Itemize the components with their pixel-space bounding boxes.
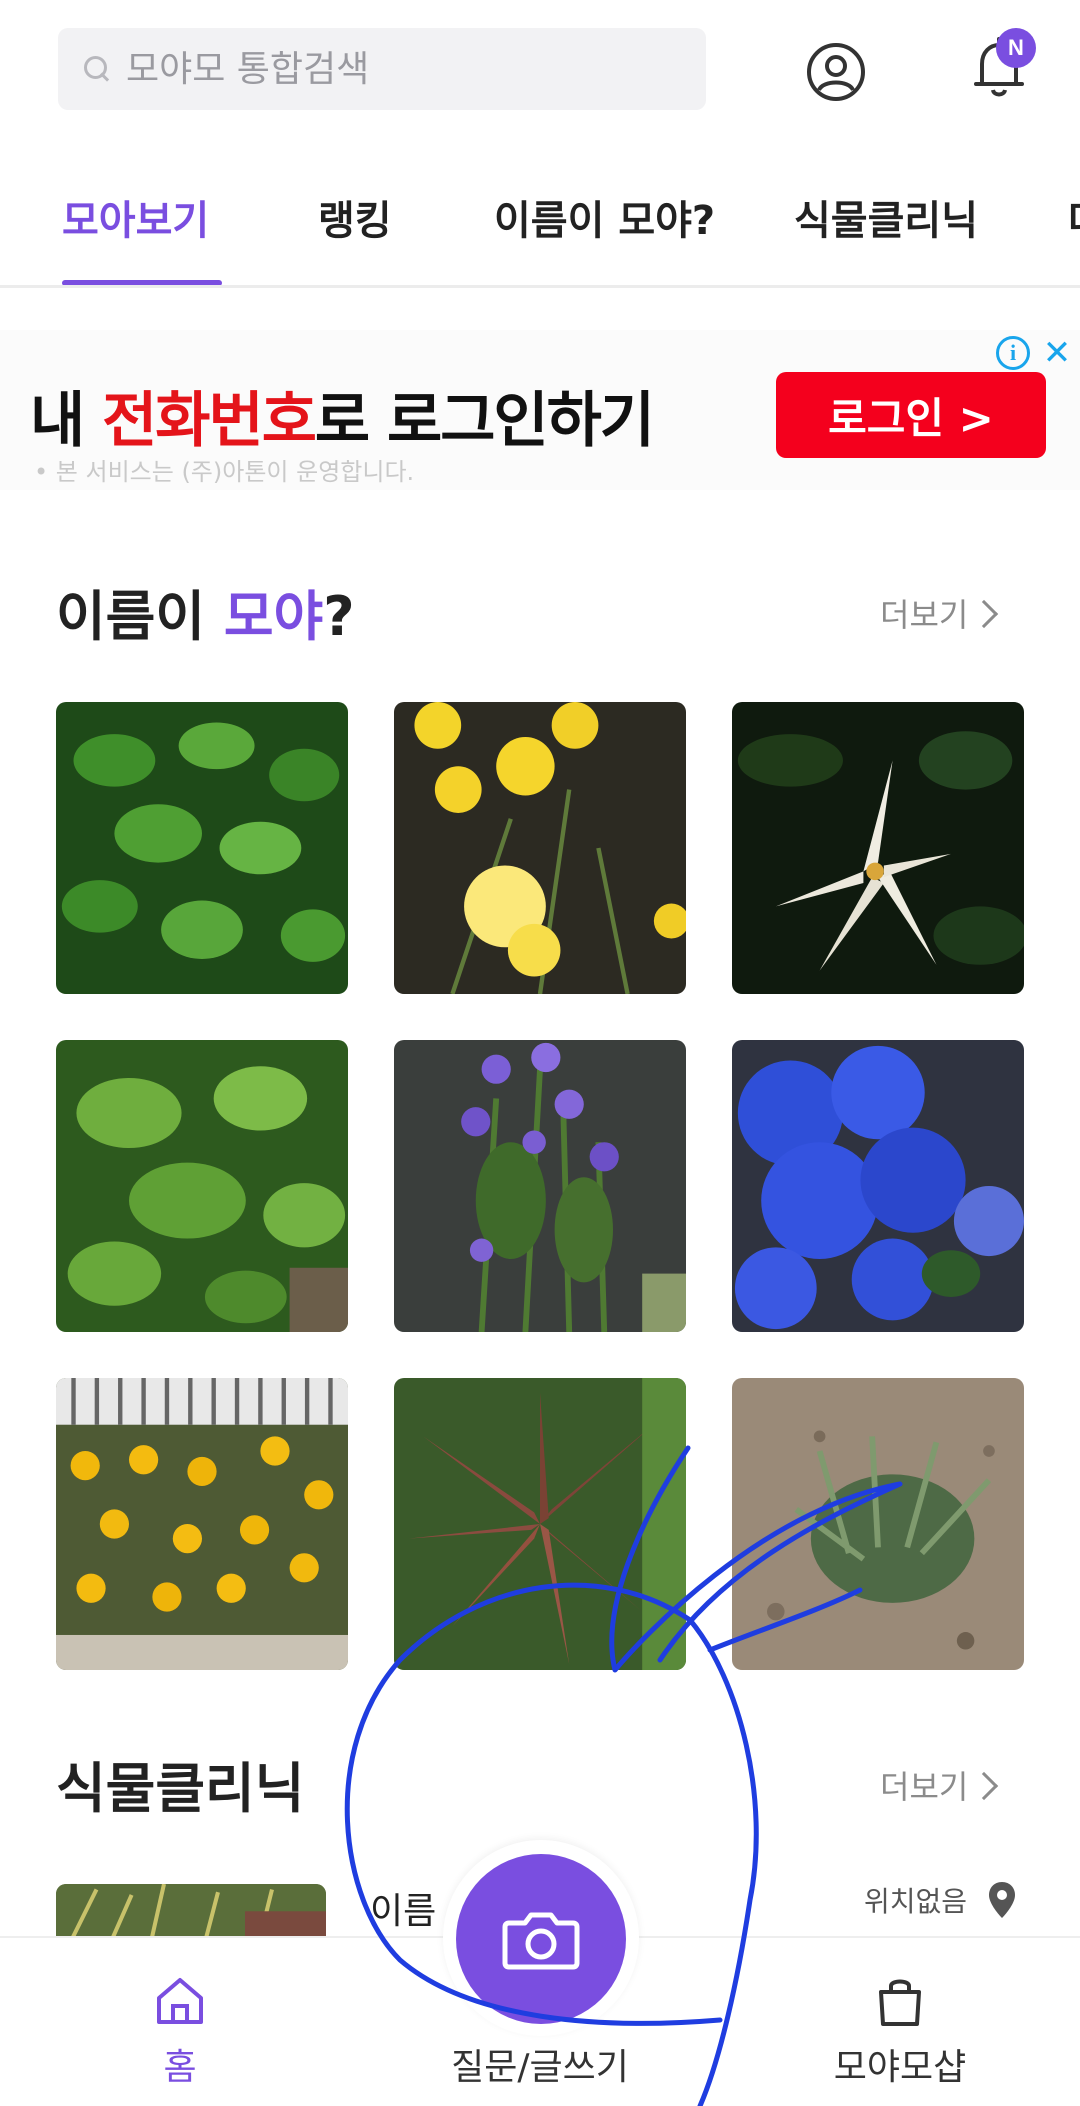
- more-link-names[interactable]: 더보기: [880, 590, 999, 636]
- ad-info-icon[interactable]: i: [996, 336, 1030, 370]
- ad-login-button[interactable]: 로그인 >: [776, 372, 1046, 458]
- main-tabs: 모아보기 랭킹 이름이 모야? 식물클리닉 다: [0, 168, 1080, 288]
- photo-white-gardenia[interactable]: [732, 702, 1024, 994]
- home-icon: [157, 1978, 203, 2024]
- chevron-right-icon: [970, 599, 999, 629]
- photo-bronze-leaf-plant[interactable]: [394, 1378, 686, 1670]
- photo-black-eyed-susans[interactable]: [56, 1378, 348, 1670]
- photo-green-groundcover[interactable]: [56, 1040, 348, 1332]
- location-pin-icon: [989, 1882, 1016, 1918]
- more-link-clinic[interactable]: 더보기: [880, 1762, 999, 1808]
- profile-button[interactable]: [806, 42, 866, 102]
- search-icon: [82, 54, 112, 84]
- tab-collection[interactable]: 모아보기: [62, 188, 209, 246]
- ad-title: 내 전화번호로 로그인하기: [30, 386, 655, 456]
- ad-banner[interactable]: 내 전화번호로 로그인하기 • 본 서비스는 (주)아톤이 운영합니다. 로그인…: [0, 330, 1080, 490]
- tab-plant-clinic[interactable]: 식물클리닉: [794, 188, 978, 246]
- tab-more-cut-off[interactable]: 다: [1068, 188, 1080, 246]
- photo-blue-hydrangea[interactable]: [732, 1040, 1024, 1332]
- photo-grid: [56, 702, 1024, 1670]
- clinic-post-title[interactable]: 이름: [370, 1882, 436, 1934]
- ad-subtitle: • 본 서비스는 (주)아톤이 운영합니다.: [34, 458, 415, 486]
- top-header: N: [0, 0, 1080, 150]
- nav-shop-label: 모야모샵: [833, 2047, 967, 2088]
- photo-green-leafy-shrub[interactable]: [56, 702, 348, 994]
- clinic-post-thumbnail[interactable]: [56, 1884, 326, 1944]
- nav-home[interactable]: 홈: [110, 1938, 250, 2106]
- tab-ranking[interactable]: 랭킹: [318, 188, 392, 246]
- user-circle-icon: [807, 43, 865, 101]
- nav-shop[interactable]: 모야모샵: [820, 1938, 980, 2106]
- nav-home-label: 홈: [163, 2047, 197, 2088]
- active-tab-indicator: [62, 280, 222, 285]
- camera-button[interactable]: [456, 1854, 626, 2024]
- shopping-bag-icon: [879, 1979, 921, 2026]
- photo-yellow-coreopsis[interactable]: [394, 702, 686, 994]
- clinic-post-location: 위치없음: [864, 1880, 1017, 1920]
- section-title-whats-this-name: 이름이 모야?: [56, 585, 355, 648]
- nav-write-label: 질문/글쓰기: [451, 2047, 629, 2088]
- notification-badge: N: [996, 28, 1036, 68]
- photo-purple-aster[interactable]: [394, 1040, 686, 1332]
- search-bar[interactable]: [58, 28, 706, 110]
- camera-icon: [502, 1912, 580, 1970]
- chevron-right-icon: [970, 1771, 999, 1801]
- ad-close-icon[interactable]: ✕: [1040, 333, 1074, 373]
- section-title-plant-clinic: 식물클리닉: [56, 1757, 305, 1820]
- photo-ornamental-grass[interactable]: [732, 1378, 1024, 1670]
- tab-whats-this-name[interactable]: 이름이 모야?: [494, 188, 715, 246]
- search-input[interactable]: [126, 48, 686, 90]
